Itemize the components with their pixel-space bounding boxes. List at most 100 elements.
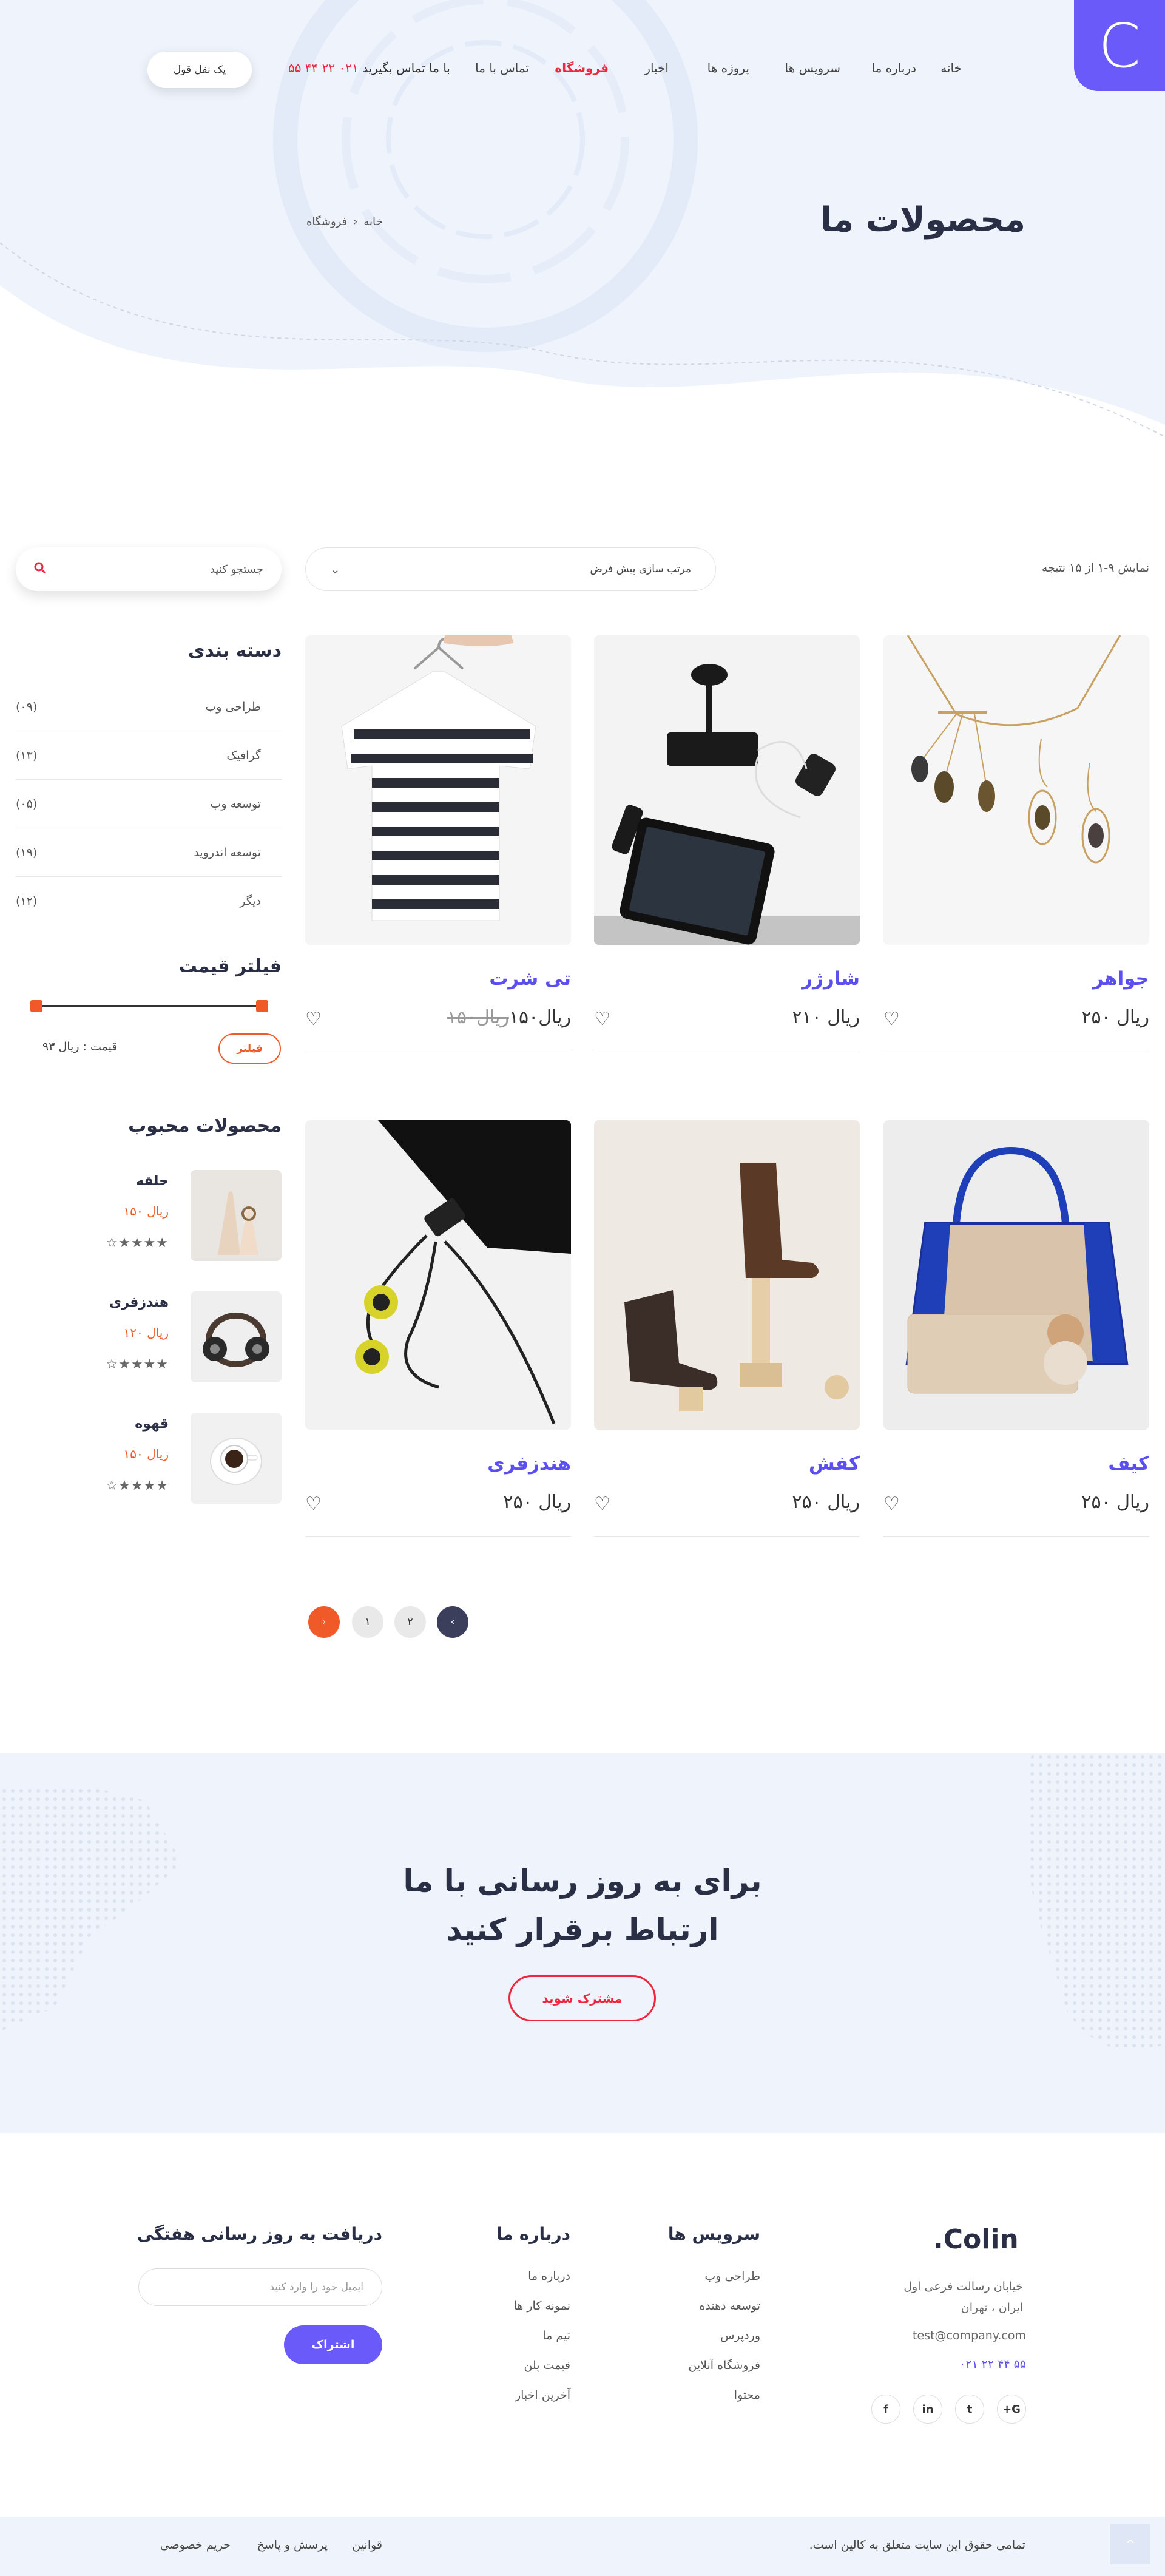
price-slider[interactable] [30,1000,268,1012]
product-image[interactable] [305,1120,571,1430]
nav-shop[interactable]: فروشگاه [555,61,609,75]
product-image[interactable] [883,1120,1149,1430]
breadcrumb-home[interactable]: خانه [363,215,382,228]
product-name[interactable]: هندزفری [487,1453,571,1475]
product-name[interactable]: تی شرت [489,968,571,990]
product-name[interactable]: کیف [1108,1453,1149,1475]
current-price: ریال ۲۱۰ [792,1007,860,1028]
sort-select[interactable]: مرتب سازی پیش فرض ⌄ [305,547,716,591]
footer-services-link[interactable]: محتوا [734,2388,760,2402]
current-price: ریال ۲۵۰ [792,1492,860,1513]
footer-services-link[interactable]: توسعه دهنده [699,2299,760,2313]
product-name[interactable]: شارژر [802,968,860,990]
product-image[interactable] [305,635,571,945]
product-image[interactable] [594,1120,860,1430]
filter-button[interactable]: فیلتر [218,1033,281,1064]
google-plus-icon[interactable]: G+ [997,2395,1026,2424]
rating-stars-icon: ☆★★★★ [106,1236,169,1251]
popular-thumb[interactable] [191,1291,282,1382]
footer-logo[interactable]: Colin. [933,2224,1019,2255]
category-item[interactable]: دیگر (۱۲) [16,877,282,925]
current-price: ریال۱۵۰ [508,1007,571,1028]
heart-icon[interactable]: ♡ [883,1493,900,1515]
footer-services-link[interactable]: طراحی وب [704,2270,760,2283]
category-item[interactable]: توسعه وب (۰۵) [16,780,282,828]
popular-item[interactable]: حلقه ریال ۱۵۰ ☆★★★★ [16,1170,282,1261]
product-price: ریال۱۵۰ریال۱۵۰ [441,1007,571,1028]
nav-about[interactable]: درباره ما [871,61,916,75]
product-image[interactable] [594,635,860,945]
categories-title: دسته بندی [187,640,282,661]
heart-icon[interactable]: ♡ [883,1009,900,1030]
copyright-text: تمامی حقوق این سایت متعلق به کالین است. [809,2538,1025,2552]
slider-max-handle[interactable] [256,1000,268,1012]
category-item[interactable]: توسعه اندروید (۱۹) [16,828,282,877]
category-count: (۰۹) [16,700,38,714]
slider-min-handle[interactable] [30,1000,42,1012]
footer-about-link[interactable]: درباره ما [528,2270,570,2283]
current-price: ریال ۲۵۰ [1081,1007,1149,1028]
sort-value: مرتب سازی پیش فرض [590,563,691,575]
footer-services-link[interactable]: فروشگاه آنلاین [688,2359,760,2372]
popular-thumb[interactable] [191,1413,282,1504]
popular-name[interactable]: قهوه [135,1416,169,1432]
footer-subscribe-button[interactable]: اشتراک [284,2325,382,2364]
site-logo[interactable]: C [1074,0,1165,91]
heart-icon[interactable]: ♡ [594,1009,610,1030]
pagination-page-2[interactable]: ۲ [394,1606,426,1638]
category-item[interactable]: طراحی وب (۰۹) [16,683,282,731]
linkedin-icon[interactable]: in [913,2395,942,2424]
category-count: (۱۲) [16,894,38,908]
pagination-page-1[interactable]: ۱ [352,1606,383,1638]
results-count: نمایش ۹-۱ از ۱۵ نتیجه [1041,561,1149,575]
footer-phone[interactable]: ۰۲۱ ۲۲ ۴۴ ۵۵ [959,2358,1026,2371]
breadcrumb-chevron-icon: ‹ [353,215,358,228]
product-name[interactable]: کفش [809,1453,860,1475]
nav-services[interactable]: سرویس ها [785,61,840,75]
header-phone[interactable]: با ما تماس بگیرید ۰۲۱ ۲۲ ۴۴ ۵۵ [288,61,450,75]
divider [883,1536,1149,1537]
heart-icon[interactable]: ♡ [305,1493,322,1515]
divider [594,1536,860,1537]
price-range-label: قیمت : ریال ۹۳ [42,1040,118,1053]
bottom-link-rules[interactable]: قوانین [352,2538,382,2552]
footer-email[interactable]: test@company.com [913,2329,1026,2342]
rating-stars-icon: ☆★★★★ [106,1357,169,1372]
footer-email-input[interactable] [138,2268,382,2306]
nav-contact[interactable]: تماس با ما [475,61,529,75]
footer-about-link[interactable]: نمونه کار ها [514,2299,570,2313]
nav-projects[interactable]: پروژه ها [707,61,749,75]
footer-services-link[interactable]: وردپرس [720,2329,760,2342]
footer-about-link[interactable]: تیم ما [542,2329,570,2342]
product-name[interactable]: جواهر [1093,968,1149,990]
popular-item[interactable]: هندزفری ریال ۱۲۰ ☆★★★★ [16,1291,282,1382]
product-image[interactable] [883,635,1149,945]
pagination-next-button[interactable]: › [437,1606,468,1638]
bottom-link-privacy[interactable]: حریم خصوصی [160,2538,231,2552]
twitter-icon[interactable]: t [955,2395,984,2424]
newsletter-subscribe-button[interactable]: مشترک شوید [508,1975,656,2021]
popular-thumb[interactable] [191,1170,282,1261]
scroll-to-top-button[interactable]: ^ [1110,2524,1150,2564]
popular-name[interactable]: حلقه [136,1174,169,1189]
search-input[interactable] [46,563,263,576]
nav-home[interactable]: خانه [940,61,962,75]
category-name: توسعه اندروید [194,845,261,859]
nav-news[interactable]: اخبار [644,61,669,75]
category-item[interactable]: گرافیک (۱۳) [16,731,282,780]
search-icon[interactable] [34,562,46,577]
category-name: دیگر [240,894,261,908]
search-box [16,547,282,591]
pagination-prev-button[interactable]: ‹ [308,1606,340,1638]
popular-name[interactable]: هندزفری [109,1295,169,1310]
price-filter-title: فیلتر قیمت [178,956,282,977]
facebook-icon[interactable]: f [871,2395,900,2424]
heart-icon[interactable]: ♡ [594,1493,610,1515]
popular-item[interactable]: قهوه ریال ۱۵۰ ☆★★★★ [16,1413,282,1504]
old-price: ریال۱۵۰ [447,1007,509,1028]
bottom-link-faq[interactable]: پرسش و پاسخ [257,2538,328,2552]
footer-about-link[interactable]: آخرین اخبار [515,2388,570,2402]
quote-button[interactable]: یک نقل قول [147,52,252,88]
footer-about-link[interactable]: قیمت پلن [524,2359,570,2372]
heart-icon[interactable]: ♡ [305,1009,322,1030]
